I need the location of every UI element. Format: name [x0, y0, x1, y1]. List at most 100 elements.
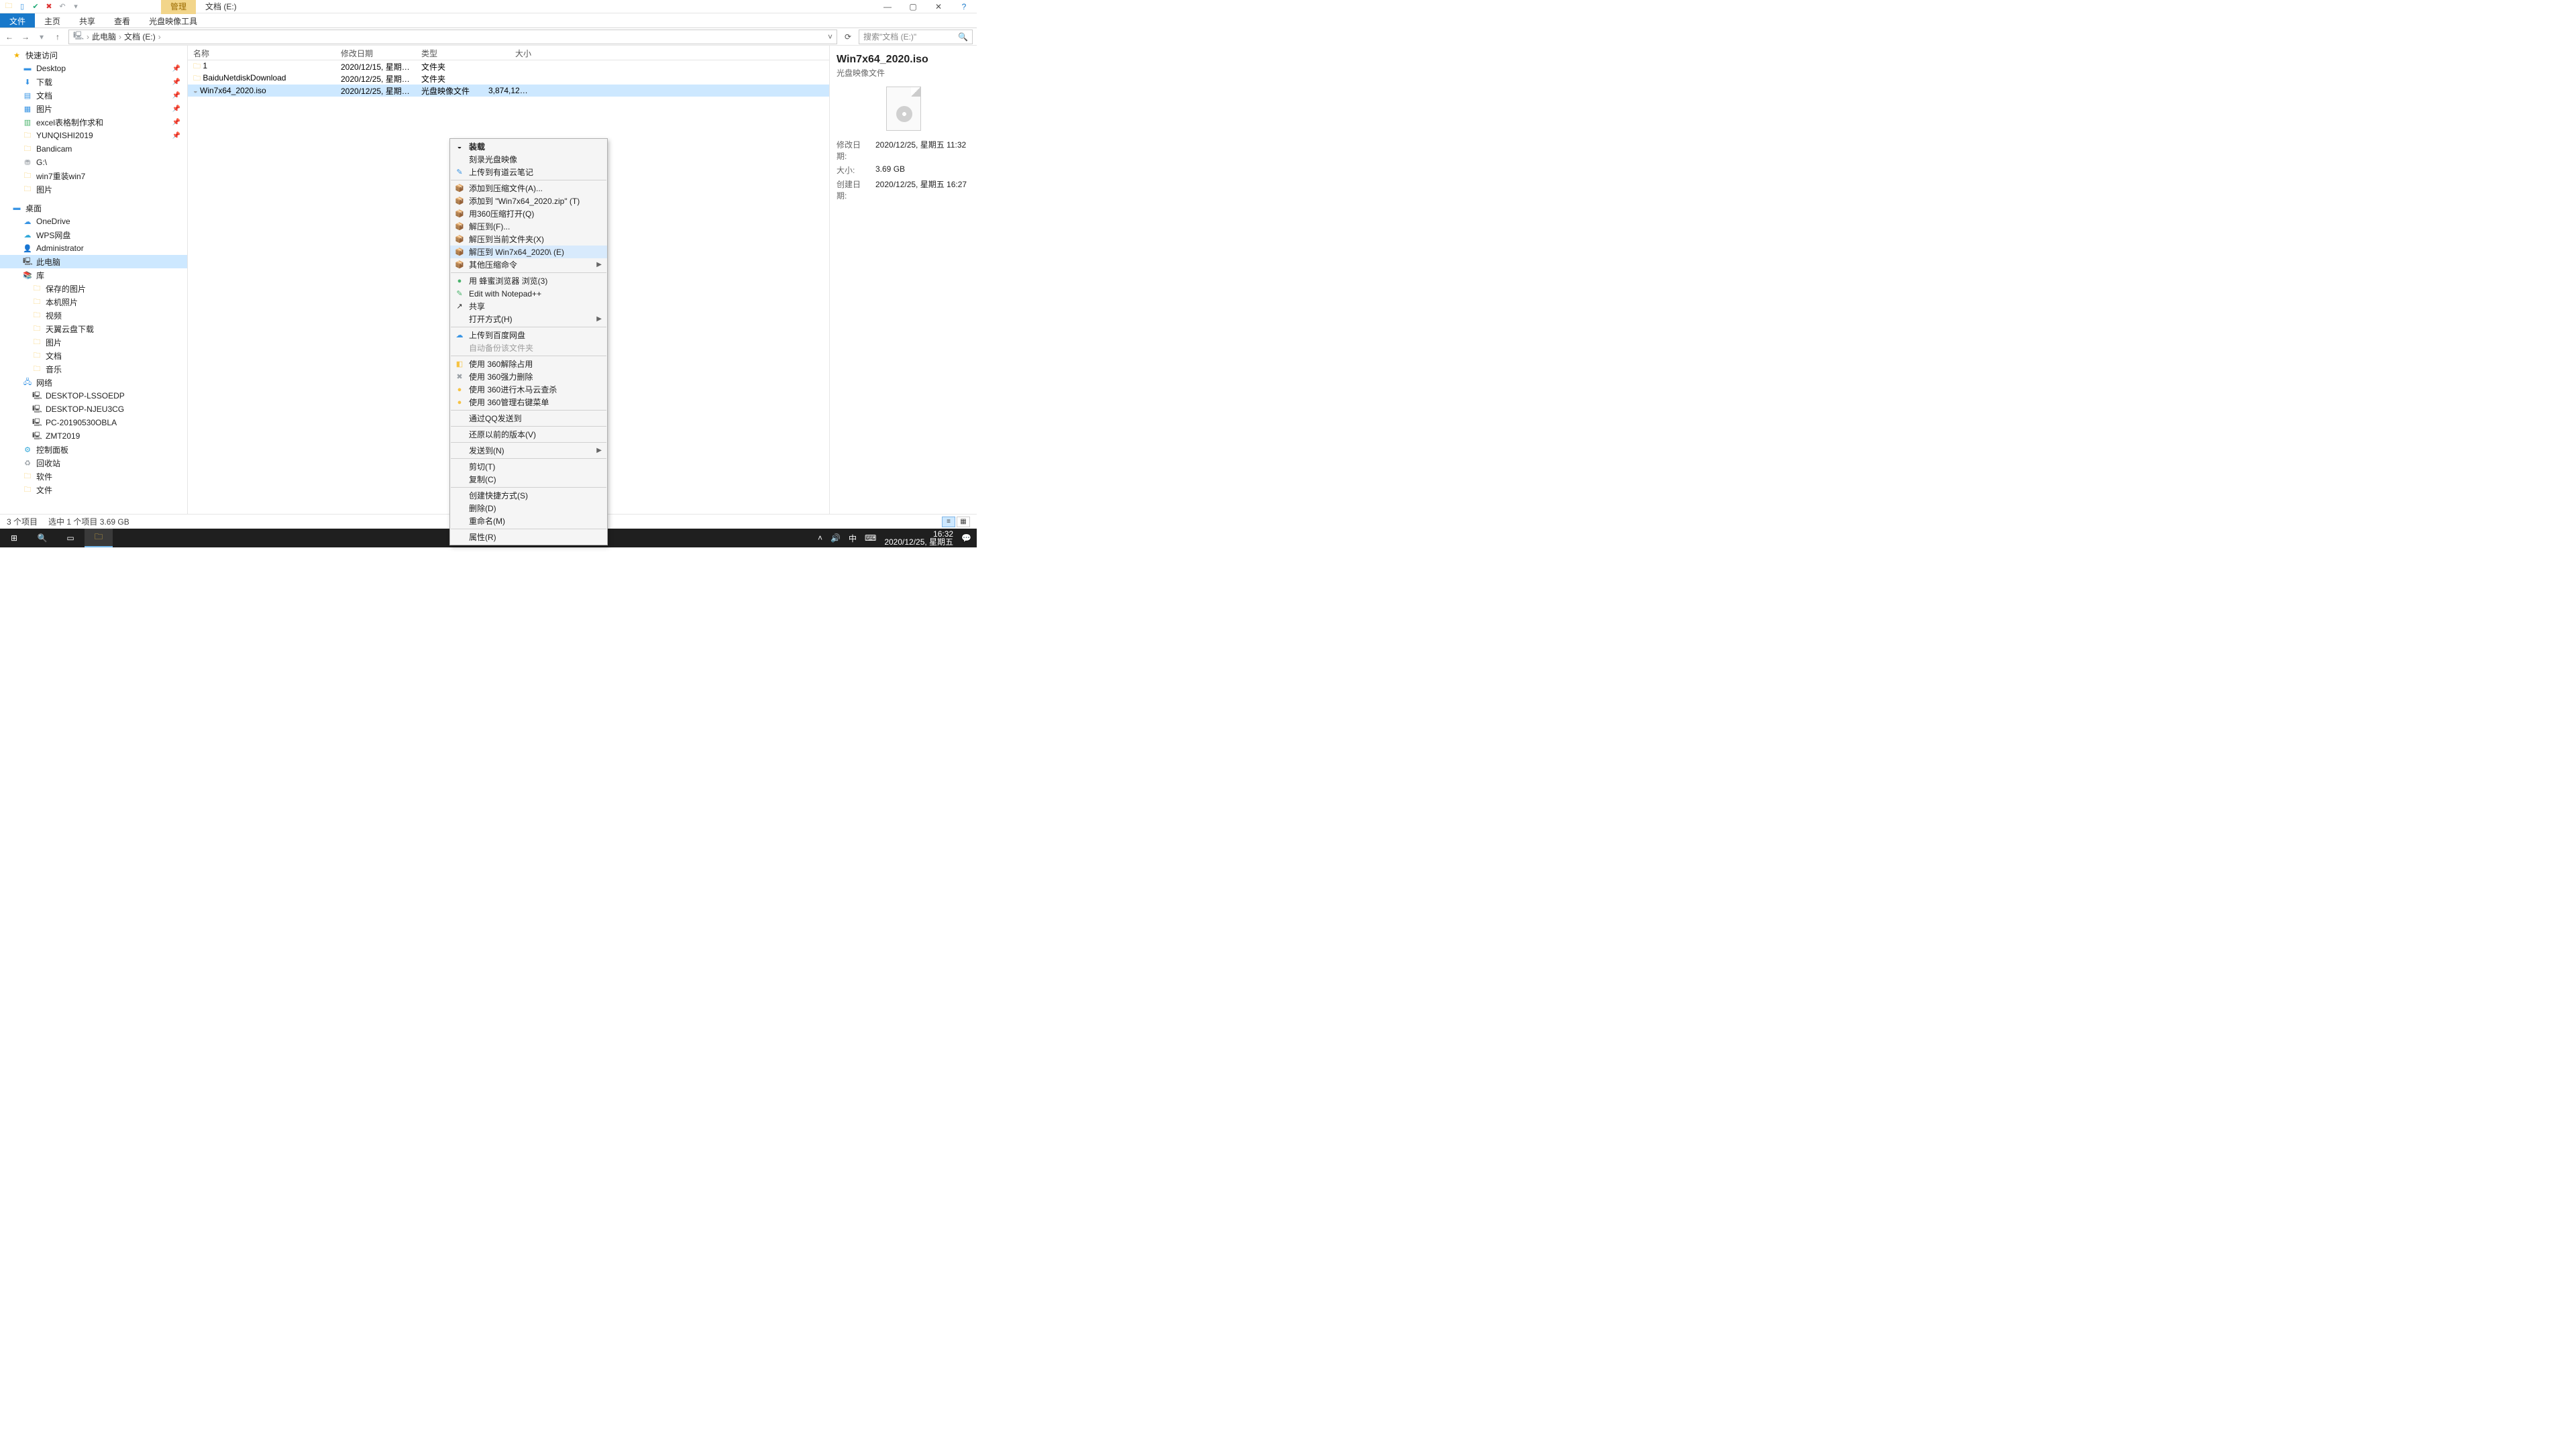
cross-icon[interactable]: ✖: [44, 2, 54, 11]
file-list[interactable]: 名称 修改日期 类型 大小 🗀 12020/12/15, 星期二 1…文件夹🗀 …: [188, 46, 829, 514]
tree-node[interactable]: ☁WPS网盘: [0, 228, 187, 241]
menu-item[interactable]: 📦添加到 "Win7x64_2020.zip" (T): [450, 195, 607, 207]
menu-item[interactable]: 📦用360压缩打开(Q): [450, 207, 607, 220]
tree-node[interactable]: ▬桌面: [0, 201, 187, 215]
system-tray[interactable]: ˄ 🔊 中 ⌨ 16:32 2020/12/25, 星期五 💬: [818, 530, 977, 546]
tree-node[interactable]: 🗀文档: [0, 349, 187, 362]
tree-node[interactable]: 🗀图片: [0, 335, 187, 349]
col-size[interactable]: 大小: [483, 46, 537, 60]
ribbon-tab-view[interactable]: 查看: [105, 13, 140, 28]
search-box[interactable]: 搜索"文档 (E:)" 🔍: [859, 30, 973, 44]
menu-item[interactable]: ●使用 360进行木马云查杀: [450, 383, 607, 396]
tree-node[interactable]: 🗀图片: [0, 182, 187, 196]
menu-item[interactable]: 📦解压到 Win7x64_2020\ (E): [450, 246, 607, 258]
tree-node[interactable]: ▤文档📌: [0, 89, 187, 102]
col-name[interactable]: 名称: [188, 46, 335, 60]
close-button[interactable]: ✕: [926, 2, 951, 11]
tree-node[interactable]: 🗀Bandicam: [0, 142, 187, 156]
address-bar[interactable]: 🖳 › 此电脑 › 文档 (E:) › ˅: [68, 30, 837, 44]
menu-item[interactable]: 复制(C): [450, 473, 607, 486]
tray-ime-icon[interactable]: 中: [849, 533, 857, 544]
menu-item[interactable]: ↗共享: [450, 300, 607, 313]
menu-item[interactable]: 📦解压到当前文件夹(X): [450, 233, 607, 246]
menu-item[interactable]: 剪切(T): [450, 460, 607, 473]
tree-node[interactable]: ☁OneDrive: [0, 215, 187, 228]
menu-item[interactable]: 通过QQ发送到: [450, 412, 607, 425]
col-date[interactable]: 修改日期: [335, 46, 416, 60]
nav-history-icon[interactable]: ▾: [36, 32, 47, 42]
menu-item[interactable]: 属性(R): [450, 531, 607, 543]
tree-node[interactable]: 🗀本机照片: [0, 295, 187, 309]
tree-node[interactable]: 🗀保存的图片: [0, 282, 187, 295]
breadcrumb[interactable]: 文档 (E:): [124, 31, 156, 42]
menu-item[interactable]: ☁上传到百度网盘: [450, 329, 607, 341]
minimize-button[interactable]: —: [875, 2, 900, 11]
tree-node[interactable]: ♻回收站: [0, 456, 187, 470]
menu-item[interactable]: ✖使用 360强力删除: [450, 370, 607, 383]
tree-node[interactable]: ▥excel表格制作求和📌: [0, 115, 187, 129]
tree-node[interactable]: 🖳PC-20190530OBLA: [0, 416, 187, 429]
tray-chevron-icon[interactable]: ˄: [818, 533, 822, 543]
view-icons-button[interactable]: ▦: [957, 517, 970, 527]
tree-node[interactable]: 🗀软件: [0, 470, 187, 483]
tray-keyboard-icon[interactable]: ⌨: [865, 533, 876, 543]
menu-item[interactable]: 还原以前的版本(V): [450, 428, 607, 441]
search-icon[interactable]: 🔍: [958, 32, 968, 42]
tree-node[interactable]: 🗀音乐: [0, 362, 187, 376]
tree-node[interactable]: ▬Desktop📌: [0, 62, 187, 75]
menu-item[interactable]: ◧使用 360解除占用: [450, 358, 607, 370]
check-icon[interactable]: ✔: [31, 2, 40, 11]
menu-item[interactable]: 刻录光盘映像: [450, 153, 607, 166]
nav-forward-button[interactable]: →: [20, 32, 31, 42]
tree-node[interactable]: 🗀win7重装win7: [0, 169, 187, 182]
tree-node[interactable]: 🗀视频: [0, 309, 187, 322]
menu-item[interactable]: 创建快捷方式(S): [450, 489, 607, 502]
nav-back-button[interactable]: ←: [4, 32, 15, 42]
menu-item[interactable]: ◒装载: [450, 140, 607, 153]
tree-node[interactable]: 📚库: [0, 268, 187, 282]
tree-node[interactable]: 🖳DESKTOP-NJEU3CG: [0, 402, 187, 416]
tree-node[interactable]: 🖳ZMT2019: [0, 429, 187, 443]
tray-volume-icon[interactable]: 🔊: [830, 533, 841, 543]
undo-icon[interactable]: ↶: [58, 2, 67, 11]
col-type[interactable]: 类型: [416, 46, 483, 60]
menu-item[interactable]: ✎上传到有道云笔记: [450, 166, 607, 178]
tree-node[interactable]: 🖳此电脑: [0, 255, 187, 268]
navigation-tree[interactable]: ★快速访问▬Desktop📌⬇下载📌▤文档📌▦图片📌▥excel表格制作求和📌🗀…: [0, 46, 188, 514]
tree-node[interactable]: ★快速访问: [0, 48, 187, 62]
open-icon[interactable]: ▯: [17, 2, 27, 11]
menu-item[interactable]: ●使用 360管理右键菜单: [450, 396, 607, 409]
tree-node[interactable]: 👤Administrator: [0, 241, 187, 255]
tree-node[interactable]: ⛃G:\: [0, 156, 187, 169]
tree-node[interactable]: 🗀文件: [0, 483, 187, 496]
start-button[interactable]: ⊞: [0, 529, 28, 547]
menu-item[interactable]: 删除(D): [450, 502, 607, 515]
refresh-button[interactable]: ⟳: [843, 32, 853, 42]
tree-node[interactable]: ⬇下载📌: [0, 75, 187, 89]
menu-item[interactable]: ●用 蜂蜜浏览器 浏览(3): [450, 274, 607, 287]
menu-item[interactable]: 重命名(M): [450, 515, 607, 527]
ribbon-tab-home[interactable]: 主页: [35, 13, 70, 28]
tree-node[interactable]: 🖳DESKTOP-LSSOEDP: [0, 389, 187, 402]
tree-node[interactable]: 🖧网络: [0, 376, 187, 389]
maximize-button[interactable]: ▢: [900, 2, 926, 11]
explorer-taskbar-button[interactable]: 🗀: [85, 529, 113, 547]
ribbon-tab-file[interactable]: 文件: [0, 13, 35, 28]
tree-node[interactable]: ⚙控制面板: [0, 443, 187, 456]
tree-node[interactable]: 🗀天翼云盘下载: [0, 322, 187, 335]
menu-item[interactable]: 📦解压到(F)...: [450, 220, 607, 233]
tray-clock[interactable]: 16:32 2020/12/25, 星期五: [884, 530, 953, 546]
menu-item[interactable]: 打开方式(H)▶: [450, 313, 607, 325]
address-dropdown-icon[interactable]: ˅: [828, 32, 833, 42]
breadcrumb[interactable]: 此电脑: [92, 31, 116, 42]
menu-item[interactable]: ✎Edit with Notepad++: [450, 287, 607, 300]
nav-up-button[interactable]: ↑: [52, 32, 63, 42]
menu-item[interactable]: 📦添加到压缩文件(A)...: [450, 182, 607, 195]
table-row[interactable]: 🗀 BaiduNetdiskDownload2020/12/25, 星期五 1……: [188, 72, 829, 85]
manage-tab-header[interactable]: 管理: [161, 0, 196, 14]
table-row[interactable]: ◒ Win7x64_2020.iso2020/12/25, 星期五 1…光盘映像…: [188, 85, 829, 97]
menu-item[interactable]: 📦其他压缩命令▶: [450, 258, 607, 271]
tray-action-center-icon[interactable]: 💬: [961, 533, 971, 543]
view-details-button[interactable]: ≡: [942, 517, 955, 527]
menu-item[interactable]: 发送到(N)▶: [450, 444, 607, 457]
